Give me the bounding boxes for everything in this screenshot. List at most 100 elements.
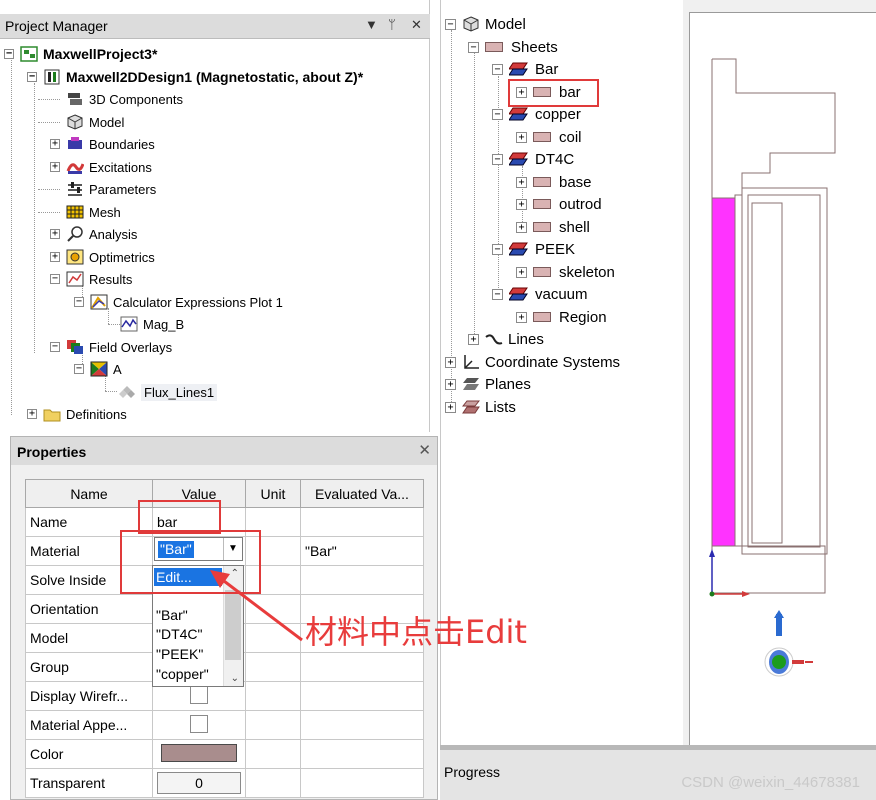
table-row[interactable]: Transparent 0 bbox=[25, 768, 424, 798]
modeler-viewport[interactable] bbox=[683, 0, 876, 745]
tree-item-mag-b[interactable]: Mag_B bbox=[120, 313, 184, 335]
sheet-icon bbox=[533, 267, 551, 277]
flux-lines-icon bbox=[118, 384, 136, 400]
expand-toggle[interactable]: + bbox=[50, 252, 60, 262]
material-vacuum[interactable]: − vacuum bbox=[492, 283, 588, 305]
expand-toggle[interactable]: + bbox=[50, 162, 60, 172]
pin-icon[interactable]: ᛘ bbox=[388, 17, 396, 32]
collapse-toggle[interactable]: − bbox=[50, 342, 60, 352]
column-header-name[interactable]: Name bbox=[25, 479, 153, 508]
color-swatch-button[interactable] bbox=[161, 743, 237, 762]
collapse-toggle[interactable]: − bbox=[4, 49, 14, 59]
column-header-evaluated[interactable]: Evaluated Va... bbox=[300, 479, 424, 508]
project-manager-title: Project Manager bbox=[5, 18, 108, 34]
table-row[interactable]: Color bbox=[25, 739, 424, 769]
collapse-toggle[interactable]: − bbox=[492, 153, 503, 165]
material-appearance-checkbox[interactable] bbox=[190, 714, 208, 733]
material-icon bbox=[508, 286, 529, 302]
view-orientation-triad[interactable] bbox=[747, 608, 827, 688]
tree-item-label: outrod bbox=[559, 195, 602, 213]
tree-item-model[interactable]: Model bbox=[50, 111, 124, 133]
tree-item-excitations[interactable]: + Excitations bbox=[50, 156, 152, 178]
collapse-toggle[interactable]: − bbox=[492, 63, 503, 75]
collapse-toggle[interactable]: − bbox=[445, 18, 456, 30]
collapse-toggle[interactable]: − bbox=[492, 243, 503, 255]
tree-item-a[interactable]: − A bbox=[74, 358, 122, 380]
sheet-icon bbox=[485, 42, 503, 52]
close-icon[interactable]: ✕ bbox=[411, 17, 422, 33]
collapse-toggle[interactable]: − bbox=[492, 288, 503, 300]
display-wireframe-checkbox[interactable] bbox=[190, 685, 208, 704]
tree-item-optimetrics[interactable]: + Optimetrics bbox=[50, 246, 155, 268]
expand-toggle[interactable]: + bbox=[445, 401, 456, 413]
tree-item-design[interactable]: − Maxwell2DDesign1 (Magnetostatic, about… bbox=[27, 66, 363, 88]
expand-toggle[interactable]: + bbox=[516, 266, 527, 278]
tree-item-project[interactable]: − MaxwellProject3* bbox=[4, 43, 157, 65]
material-option[interactable]: "PEEK" bbox=[156, 645, 203, 663]
model-tree-sheets[interactable]: − Sheets bbox=[468, 36, 558, 58]
expand-toggle[interactable]: + bbox=[516, 221, 527, 233]
model-tree-lists[interactable]: + Lists bbox=[445, 396, 516, 418]
overlay-a-icon bbox=[90, 361, 108, 377]
object-shell[interactable]: + shell bbox=[516, 216, 590, 238]
expand-toggle[interactable]: + bbox=[516, 131, 527, 143]
material-option[interactable]: "Bar" bbox=[156, 606, 188, 624]
tree-item-boundaries[interactable]: + Boundaries bbox=[50, 133, 155, 155]
expand-toggle[interactable]: + bbox=[516, 198, 527, 210]
material-dt4c[interactable]: − DT4C bbox=[492, 148, 574, 170]
tree-item-definitions[interactable]: + Definitions bbox=[27, 403, 127, 425]
tree-item-label: Flux_Lines1 bbox=[141, 383, 218, 401]
model-tree-coordinate-systems[interactable]: + Coordinate Systems bbox=[445, 351, 620, 373]
model-tree-root[interactable]: − Model bbox=[445, 13, 526, 35]
material-option[interactable]: "copper" bbox=[156, 665, 209, 683]
close-icon[interactable]: ✕ bbox=[418, 441, 431, 459]
collapse-toggle[interactable]: − bbox=[27, 72, 37, 82]
expand-toggle[interactable]: + bbox=[516, 311, 527, 323]
property-label: Orientation bbox=[25, 594, 153, 624]
tree-item-3d-components[interactable]: 3D Components bbox=[50, 88, 183, 110]
tree-item-label: Excitations bbox=[89, 159, 152, 175]
tree-item-label: Model bbox=[485, 15, 526, 33]
expand-toggle[interactable]: + bbox=[445, 378, 456, 390]
table-row[interactable]: Material Appe... bbox=[25, 710, 424, 740]
design-icon bbox=[43, 69, 61, 85]
column-header-unit[interactable]: Unit bbox=[245, 479, 301, 508]
material-peek[interactable]: − PEEK bbox=[492, 238, 575, 260]
expand-toggle[interactable]: + bbox=[445, 356, 456, 368]
property-label: Model bbox=[25, 623, 153, 653]
material-bar[interactable]: − Bar bbox=[492, 58, 558, 80]
material-copper[interactable]: − copper bbox=[492, 103, 581, 125]
expand-toggle[interactable]: + bbox=[27, 409, 37, 419]
object-region[interactable]: + Region bbox=[516, 306, 607, 328]
tree-item-calc-plot[interactable]: − Calculator Expressions Plot 1 bbox=[74, 291, 283, 313]
panel-menu-dropdown-icon[interactable]: ▼ bbox=[365, 17, 378, 32]
model-tree-lines[interactable]: + Lines bbox=[468, 328, 544, 350]
expand-toggle[interactable]: + bbox=[468, 333, 479, 345]
transparency-slider-button[interactable]: 0 bbox=[157, 772, 241, 794]
object-skeleton[interactable]: + skeleton bbox=[516, 261, 615, 283]
expand-toggle[interactable]: + bbox=[516, 176, 527, 188]
scroll-down-icon[interactable]: ⌄ bbox=[231, 673, 239, 684]
tree-item-parameters[interactable]: Parameters bbox=[50, 178, 156, 200]
expand-toggle[interactable]: + bbox=[50, 229, 60, 239]
model-tree-planes[interactable]: + Planes bbox=[445, 373, 531, 395]
tree-item-label: Bar bbox=[535, 60, 559, 78]
tree-item-field-overlays[interactable]: − Field Overlays bbox=[50, 336, 172, 358]
expand-toggle[interactable]: + bbox=[50, 139, 60, 149]
progress-panel: Progress CSDN @weixin_44678381 bbox=[440, 745, 876, 800]
collapse-toggle[interactable]: − bbox=[492, 108, 503, 120]
material-option[interactable]: "DT4C" bbox=[156, 625, 203, 643]
object-coil[interactable]: + coil bbox=[516, 126, 582, 148]
collapse-toggle[interactable]: − bbox=[50, 274, 60, 284]
tree-item-analysis[interactable]: + Analysis bbox=[50, 223, 137, 245]
collapse-toggle[interactable]: − bbox=[468, 41, 479, 53]
tree-item-mesh[interactable]: Mesh bbox=[50, 201, 121, 223]
tree-item-results[interactable]: − Results bbox=[50, 268, 132, 290]
object-base[interactable]: + base bbox=[516, 171, 592, 193]
collapse-toggle[interactable]: − bbox=[74, 364, 84, 374]
optimetrics-icon bbox=[66, 249, 84, 265]
object-outrod[interactable]: + outrod bbox=[516, 193, 602, 215]
tree-item-flux-lines[interactable]: Flux_Lines1 bbox=[118, 381, 218, 403]
tree-item-label: A bbox=[113, 361, 122, 377]
collapse-toggle[interactable]: − bbox=[74, 297, 84, 307]
